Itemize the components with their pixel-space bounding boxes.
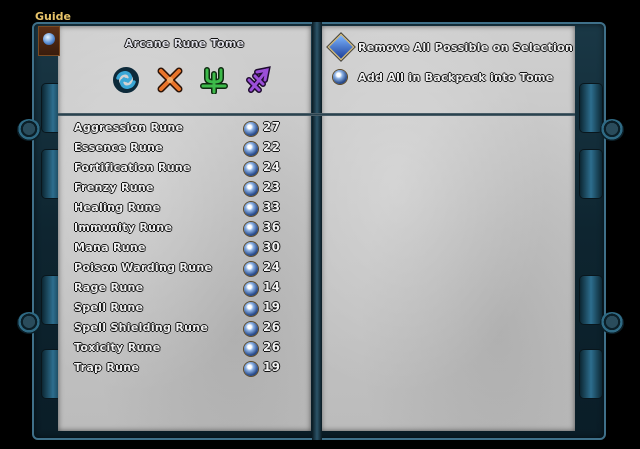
rune-name[interactable]: Aggression Rune (74, 121, 183, 134)
rune-name[interactable]: Immunity Rune (74, 221, 172, 234)
rune-count-gem-icon (244, 262, 258, 276)
right-tab-low (580, 276, 602, 324)
rune-count-gem-icon (244, 182, 258, 196)
rune-row[interactable]: Fortification Rune 24 (74, 159, 294, 179)
rune-count: 26 (263, 340, 281, 354)
rune-count: 19 (263, 360, 281, 374)
left-knob-top (17, 119, 41, 141)
rune-count-gem-icon (244, 162, 258, 176)
rune-name[interactable]: Frenzy Rune (74, 181, 154, 194)
book-spine (312, 22, 322, 440)
remove-all-label[interactable]: Remove All Possible on Selection (358, 41, 573, 54)
rune-row[interactable]: Frenzy Rune 23 (74, 179, 294, 199)
guide-orb-icon[interactable] (38, 26, 60, 56)
rune-count: 24 (263, 260, 281, 274)
rune-row[interactable]: Spell Shielding Rune 26 (74, 319, 294, 339)
add-all-label[interactable]: Add All in Backpack into Tome (358, 71, 553, 84)
right-tab-top (580, 84, 602, 132)
guide-button[interactable]: Guide (35, 10, 71, 23)
rune-count: 30 (263, 240, 281, 254)
backpack-gem-icon[interactable] (333, 70, 347, 84)
selection-gem-icon[interactable] (329, 35, 353, 59)
rune-count: 23 (263, 180, 281, 194)
trident-rune-icon[interactable] (200, 66, 228, 94)
right-tab-bottom (580, 350, 602, 398)
rune-name[interactable]: Mana Rune (74, 241, 146, 254)
rune-row[interactable]: Aggression Rune 27 (74, 119, 294, 139)
left-knob-bottom (17, 312, 41, 334)
page-divider (58, 113, 575, 116)
rune-name[interactable]: Spell Shielding Rune (74, 321, 208, 334)
rune-count-gem-icon (244, 202, 258, 216)
rune-count: 26 (263, 320, 281, 334)
rune-count: 27 (263, 120, 281, 134)
rune-row[interactable]: Mana Rune 30 (74, 239, 294, 259)
rune-count-gem-icon (244, 362, 258, 376)
rune-name[interactable]: Trap Rune (74, 361, 139, 374)
rune-count: 36 (263, 220, 281, 234)
rune-row[interactable]: Spell Rune 19 (74, 299, 294, 319)
crossed-swords-rune-icon[interactable] (156, 66, 184, 94)
rune-name[interactable]: Toxicity Rune (74, 341, 161, 354)
remove-all-selection-action[interactable]: Remove All Possible on Selection (329, 35, 573, 60)
rune-count-gem-icon (244, 302, 258, 316)
rune-name[interactable]: Essence Rune (74, 141, 163, 154)
tome-title: Arcane Rune Tome (124, 37, 245, 50)
rune-row[interactable]: Trap Rune 19 (74, 359, 294, 379)
rune-count: 19 (263, 300, 281, 314)
rune-count-gem-icon (244, 242, 258, 256)
rune-count: 33 (263, 200, 281, 214)
rune-count-gem-icon (244, 322, 258, 336)
rune-name[interactable]: Spell Rune (74, 301, 143, 314)
rune-row[interactable]: Poison Warding Rune 24 (74, 259, 294, 279)
right-tab-mid (580, 150, 602, 198)
rune-count: 22 (263, 140, 281, 154)
add-all-backpack-action[interactable]: Add All in Backpack into Tome (330, 66, 570, 90)
water-swirl-rune-icon[interactable] (112, 66, 140, 94)
rune-row[interactable]: Toxicity Rune 26 (74, 339, 294, 359)
rune-row[interactable]: Rage Rune 14 (74, 279, 294, 299)
rune-name[interactable]: Healing Rune (74, 201, 160, 214)
rune-count-gem-icon (244, 142, 258, 156)
rune-count-gem-icon (244, 282, 258, 296)
rune-count-gem-icon (244, 222, 258, 236)
rune-name[interactable]: Poison Warding Rune (74, 261, 212, 274)
right-knob-top (600, 119, 624, 141)
arcane-sigil-rune-icon[interactable] (245, 66, 273, 94)
rune-name[interactable]: Rage Rune (74, 281, 143, 294)
rune-count: 24 (263, 160, 281, 174)
rune-row[interactable]: Immunity Rune 36 (74, 219, 294, 239)
rune-count: 14 (263, 280, 281, 294)
rune-row[interactable]: Healing Rune 33 (74, 199, 294, 219)
right-knob-bottom (600, 312, 624, 334)
rune-name[interactable]: Fortification Rune (74, 161, 191, 174)
rune-count-gem-icon (244, 342, 258, 356)
rune-row[interactable]: Essence Rune 22 (74, 139, 294, 159)
rune-count-gem-icon (244, 122, 258, 136)
